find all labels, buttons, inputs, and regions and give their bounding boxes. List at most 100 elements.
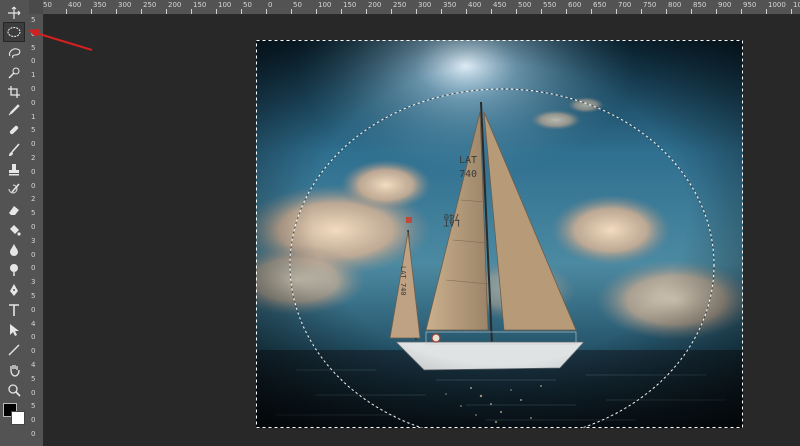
ruler-tick <box>541 9 542 14</box>
paint-bucket-tool[interactable] <box>3 220 25 240</box>
ruler-tick-label: 100 <box>218 1 232 9</box>
ruler-tick-label: 50 <box>43 1 52 9</box>
pen-icon <box>10 284 18 296</box>
ruler-tick-label: 5 <box>31 43 36 52</box>
ellipse-select-icon <box>7 26 21 38</box>
blur-icon <box>10 244 18 256</box>
ruler-tick-label: 600 <box>568 1 582 9</box>
ruler-tick-label: 50 <box>243 1 252 9</box>
eraser-icon <box>9 206 19 215</box>
ruler-tick <box>766 9 767 14</box>
ruler-tick-label: 0 <box>31 264 36 273</box>
zoom-icon <box>8 384 21 397</box>
ruler-tick-label: 1 <box>31 112 36 121</box>
ruler-tick-label: 0 <box>31 250 36 259</box>
ruler-tick-label: 700 <box>618 1 632 9</box>
lasso-tool[interactable] <box>3 43 25 63</box>
ruler-tick-label: 0 <box>31 181 36 190</box>
ruler-tick-label: 500 <box>518 1 532 9</box>
ruler-tick-label: 3 <box>31 236 36 245</box>
ruler-tick <box>341 9 342 14</box>
ruler-tick <box>366 9 367 14</box>
ruler-tick-label: 0 <box>31 98 36 107</box>
path-selection-tool[interactable] <box>3 320 25 340</box>
quick-select-icon <box>8 67 20 79</box>
dodge-tool[interactable] <box>3 260 25 280</box>
ruler-tick-label: 800 <box>668 1 682 9</box>
ruler-tick-label: 850 <box>693 1 707 9</box>
clone-stamp-tool[interactable] <box>3 160 25 180</box>
ruler-tick-label: 0 <box>31 347 36 356</box>
lasso-icon <box>8 48 21 59</box>
ruler-tick <box>591 9 592 14</box>
zoom-tool[interactable] <box>3 380 25 400</box>
ruler-tick-label: 100 <box>318 1 332 9</box>
ruler-tick-label: 3 <box>31 278 36 287</box>
hand-tool[interactable] <box>3 360 25 380</box>
line-tool[interactable] <box>3 340 25 360</box>
ruler-tick-label: 0 <box>31 430 36 438</box>
ruler-tick-label: 0 <box>31 140 36 149</box>
history-brush-tool[interactable] <box>3 180 25 200</box>
move-tool[interactable] <box>3 3 25 23</box>
vertical-ruler[interactable]: 5 0 5 0 1 0 0 1 5 0 2 0 0 2 5 0 3 0 0 3 5 0 4 0 0 4 5 0 5 0 0 <box>29 14 44 446</box>
type-tool[interactable] <box>3 300 25 320</box>
ruler-tick-label: 150 <box>193 1 207 9</box>
ruler-tick <box>216 9 217 14</box>
brush-tool[interactable] <box>3 140 25 160</box>
bucket-icon <box>10 225 21 236</box>
pen-tool[interactable] <box>3 280 25 300</box>
quick-selection-tool[interactable] <box>3 63 25 83</box>
eraser-tool[interactable] <box>3 200 25 220</box>
ruler-tick-label: 150 <box>343 1 357 9</box>
ruler-tick <box>316 9 317 14</box>
ruler-tick <box>141 9 142 14</box>
background-color-swatch[interactable] <box>11 411 25 425</box>
ruler-tick-label: 0 <box>31 305 36 314</box>
stamp-icon <box>9 164 19 176</box>
ruler-tick-label: 750 <box>643 1 657 9</box>
ruler-tick-label: 0 <box>31 416 36 425</box>
ruler-tick-label: 4 <box>31 361 36 369</box>
ruler-tick <box>441 9 442 14</box>
elliptical-marquee-tool[interactable] <box>3 22 25 42</box>
ruler-tick-label: 900 <box>718 1 732 9</box>
ruler-tick-label: 0 <box>31 333 36 342</box>
ruler-tick-label: 400 <box>68 1 82 9</box>
line-icon <box>8 344 20 356</box>
ruler-tick <box>116 9 117 14</box>
blur-tool[interactable] <box>3 240 25 260</box>
ruler-tick-label: 300 <box>418 1 432 9</box>
eyedropper-tool[interactable] <box>3 100 25 120</box>
ruler-tick-label: 200 <box>368 1 382 9</box>
ruler-tick <box>741 9 742 14</box>
ruler-tick <box>791 9 792 14</box>
history-brush-icon <box>8 183 20 194</box>
ruler-tick-label: 0 <box>268 1 273 9</box>
ruler-tick-label: 0 <box>31 388 36 397</box>
document-canvas[interactable]: LAT 740 LAT 740 LAT 740 <box>256 40 743 428</box>
ruler-tick-label: 200 <box>168 1 182 9</box>
brush-icon <box>9 143 20 156</box>
ruler-tick-label: 0 <box>31 167 36 176</box>
ruler-tick <box>241 9 242 14</box>
ruler-tick-label: 300 <box>118 1 132 9</box>
tools-panel <box>0 0 30 446</box>
ruler-origin[interactable] <box>29 0 43 14</box>
crop-icon <box>8 86 20 98</box>
hand-icon <box>10 365 20 377</box>
dodge-icon <box>10 264 18 276</box>
ruler-tick <box>491 9 492 14</box>
ruler-tick-label: 250 <box>393 1 407 9</box>
ruler-tick-label: 1 <box>31 71 36 80</box>
ruler-tick <box>691 9 692 14</box>
spot-healing-tool[interactable] <box>3 120 25 140</box>
ruler-tick-label: 5 <box>31 374 36 383</box>
crop-tool[interactable] <box>3 82 25 102</box>
ruler-tick <box>716 9 717 14</box>
horizontal-ruler[interactable]: 50 400 350 300 250 200 150 100 50 0 50 100 150 200 250… <box>29 0 800 15</box>
ruler-tick <box>666 9 667 14</box>
eyedropper-icon <box>8 104 20 116</box>
ruler-tick-label: 250 <box>143 1 157 9</box>
ruler-tick-label: 5 <box>31 209 36 218</box>
